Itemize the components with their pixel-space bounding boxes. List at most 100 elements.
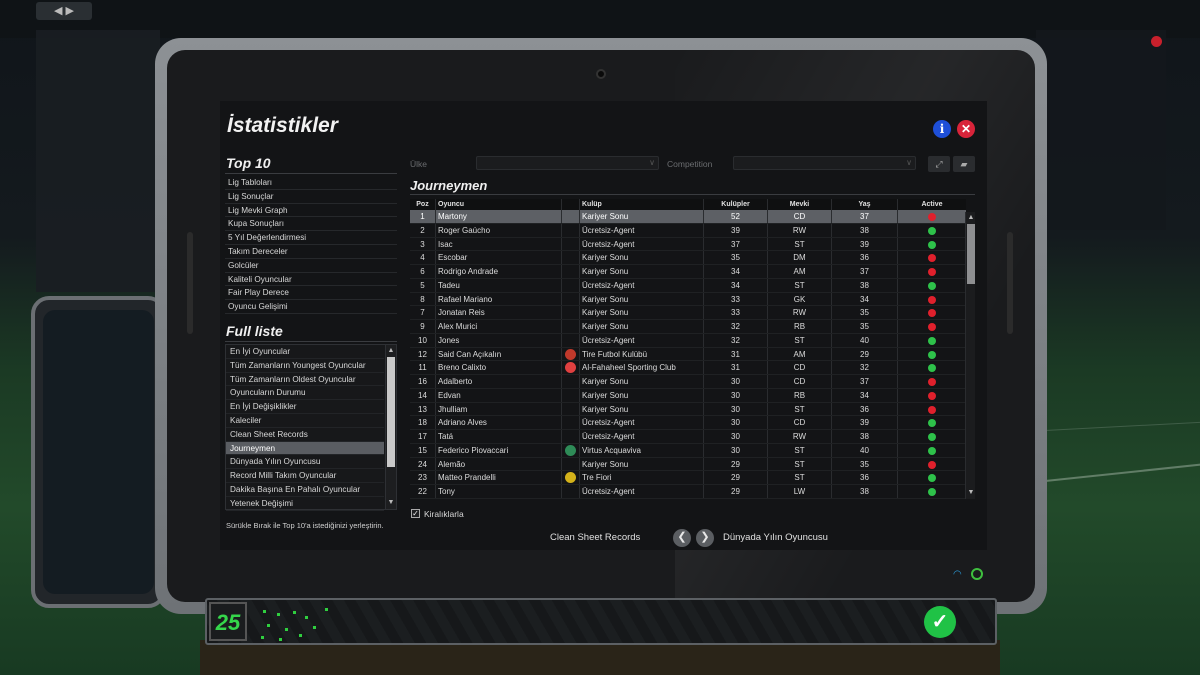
full-list-item[interactable]: Record Milli Takım Oyuncular — [226, 469, 384, 483]
full-list-item[interactable]: Tüm Zamanların Youngest Oyuncular — [226, 359, 384, 373]
cell-active — [898, 224, 966, 237]
scroll-down-icon[interactable]: ▼ — [966, 488, 976, 498]
table-row[interactable]: 24 Alemão Kariyer Sonu 29 ST 35 — [410, 457, 966, 472]
header-yas[interactable]: Yaş — [832, 199, 898, 210]
cell-player-name: Tony — [436, 485, 562, 498]
table-row[interactable]: 10 Jones Ücretsiz-Agent 32 ST 40 — [410, 333, 966, 348]
full-list-item[interactable]: En İyi Oyuncular — [226, 345, 384, 359]
progress-dot — [261, 636, 264, 639]
full-list-item[interactable]: Dünyada Yılın Oyuncusu — [226, 455, 384, 470]
header-kulupler[interactable]: Kulüpler — [704, 199, 768, 210]
prev-button[interactable]: ❮ — [673, 529, 691, 547]
scroll-up-icon[interactable]: ▲ — [386, 346, 396, 356]
top10-item[interactable]: Golcüler — [225, 259, 397, 273]
inactive-status-icon — [928, 391, 936, 400]
table-row[interactable]: 22 Tony Ücretsiz-Agent 29 LW 38 — [410, 485, 966, 499]
header-oyuncu[interactable]: Oyuncu — [436, 199, 562, 210]
progress-dot — [299, 634, 302, 637]
full-list-item[interactable]: Yetenek Değişimi — [226, 497, 384, 511]
info-button[interactable]: i — [933, 120, 951, 138]
active-status-icon — [928, 488, 936, 496]
scroll-thumb[interactable] — [967, 224, 975, 284]
top10-item[interactable]: Takım Dereceler — [225, 245, 397, 259]
table-row[interactable]: 2 Roger Gaúcho Ücretsiz-Agent 39 RW 38 — [410, 223, 966, 238]
top10-item[interactable]: 5 Yıl Değerlendirmesi — [225, 231, 397, 245]
history-nav-buttons[interactable]: ◀ ▶ — [36, 2, 92, 20]
table-row[interactable]: 12 Said Can Açıkalın Tire Futbol Kulübü 31 A… — [410, 347, 966, 362]
table-header: Poz Oyuncu Kulüp Kulüpler Mevki Yaş Acti… — [410, 199, 966, 210]
header-mevki[interactable]: Mevki — [768, 199, 832, 210]
continue-button[interactable]: ✓ — [924, 606, 956, 638]
loans-checkbox[interactable]: ✓ — [411, 509, 420, 518]
table-scrollbar[interactable]: ▲ ▼ — [965, 212, 975, 499]
table-row[interactable]: 6 Rodrigo Andrade Kariyer Sonu 34 AM 37 — [410, 265, 966, 279]
chevron-down-icon: ∨ — [906, 158, 912, 167]
competition-select[interactable]: ∨ — [733, 156, 916, 170]
full-list-item[interactable]: Tüm Zamanların Oldest Oyuncular — [226, 373, 384, 387]
full-list-item[interactable]: Clean Sheet Records — [226, 428, 384, 442]
cell-poz: 9 — [410, 320, 436, 333]
top10-item[interactable]: Kaliteli Oyuncular — [225, 273, 397, 287]
header-active[interactable]: Active — [898, 199, 966, 210]
inactive-status-icon — [928, 213, 936, 221]
cell-active — [898, 403, 966, 416]
scroll-thumb[interactable] — [387, 357, 395, 467]
full-list-item[interactable]: En İyi Değişiklikler — [226, 400, 384, 414]
top10-item[interactable]: Lig Sonuçlar — [225, 190, 397, 204]
header-poz[interactable]: Poz — [410, 199, 436, 210]
loans-checkbox-label: Kiralıklarla — [424, 509, 464, 519]
cell-poz: 11 — [410, 361, 436, 374]
header-kulup[interactable]: Kulüp — [580, 199, 704, 210]
scroll-up-icon[interactable]: ▲ — [966, 213, 976, 223]
table-row[interactable]: 1 Martony Kariyer Sonu 52 CD 37 — [410, 210, 966, 224]
cell-position: CD — [768, 416, 832, 429]
info-icon: i — [939, 122, 945, 136]
table-row[interactable]: 18 Adriano Alves Ücretsiz-Agent 30 CD 39 — [410, 416, 966, 430]
table-row[interactable]: 3 Isac Ücretsiz-Agent 37 ST 39 — [410, 237, 966, 252]
active-status-icon — [928, 336, 936, 345]
table-row[interactable]: 13 Jhulliam Kariyer Sonu 30 ST 36 — [410, 402, 966, 417]
table-row[interactable]: 15 Federico Piovaccari Virtus Acquaviva 30 S… — [410, 443, 966, 458]
cell-club-count: 32 — [704, 333, 768, 347]
table-row[interactable]: 14 Edvan Kariyer Sonu 30 RB 34 — [410, 388, 966, 403]
top10-item[interactable]: Lig Tabloları — [225, 176, 397, 190]
next-button[interactable]: ❯ — [696, 529, 714, 547]
power-icon[interactable] — [971, 568, 983, 580]
table-row[interactable]: 11 Breno Calixto Al-Fahaheel Sporting Club… — [410, 361, 966, 375]
full-list-item[interactable]: Oyuncuların Durumu — [226, 386, 384, 401]
progress-dot — [263, 610, 266, 613]
cell-active — [898, 430, 966, 443]
chevron-right-icon: ❯ — [700, 531, 710, 543]
check-icon: ✓ — [931, 611, 949, 633]
top10-item[interactable]: Lig Mevki Graph — [225, 204, 397, 218]
expand-icon[interactable]: ⤢ — [928, 156, 950, 172]
close-button[interactable]: ✕ — [957, 120, 975, 138]
top10-item[interactable]: Kupa Sonuçları — [225, 217, 397, 232]
full-list-item[interactable]: Kaleciler — [226, 414, 384, 428]
prev-list-label[interactable]: Clean Sheet Records — [550, 532, 640, 543]
next-list-label[interactable]: Dünyada Yılın Oyuncusu — [723, 532, 828, 543]
table-row[interactable]: 16 Adalberto Kariyer Sonu 30 CD 37 — [410, 375, 966, 389]
cell-club-badge — [562, 237, 580, 251]
table-row[interactable]: 9 Alex Murici Kariyer Sonu 32 RB 35 — [410, 320, 966, 334]
vehicle-icon[interactable]: ▰ — [953, 156, 975, 172]
table-row[interactable]: 8 Rafael Mariano Kariyer Sonu 33 GK 34 — [410, 292, 966, 307]
table-row[interactable]: 23 Matteo Prandelli Tre Fiori 29 ST 36 — [410, 471, 966, 485]
top10-item[interactable]: Fair Play Derece — [225, 286, 397, 301]
full-list-item[interactable]: Dakika Başına En Pahalı Oyuncular — [226, 483, 384, 497]
table-row[interactable]: 17 Tatá Ücretsiz-Agent 30 RW 38 — [410, 430, 966, 444]
cell-club-count: 30 — [704, 388, 768, 402]
cell-club: Ücretsiz-Agent — [580, 485, 704, 498]
scroll-down-icon[interactable]: ▼ — [386, 498, 396, 508]
full-list-item[interactable]: Journeymen — [226, 441, 384, 456]
country-select[interactable]: ∨ — [476, 156, 659, 170]
cell-player-name: Roger Gaúcho — [436, 223, 562, 237]
table-row[interactable]: 5 Tadeu Ücretsiz-Agent 34 ST 38 — [410, 278, 966, 293]
table-row[interactable]: 4 Escobar Kariyer Sonu 35 DM 36 — [410, 251, 966, 265]
table-row[interactable]: 7 Jonatan Reis Kariyer Sonu 33 RW 35 — [410, 306, 966, 320]
cell-age: 39 — [832, 237, 898, 251]
top10-item[interactable]: Oyuncu Gelişimi — [225, 300, 397, 314]
background-desk — [200, 640, 1000, 675]
cell-club-count: 34 — [704, 278, 768, 292]
full-list-scrollbar[interactable]: ▲ ▼ — [385, 345, 396, 509]
